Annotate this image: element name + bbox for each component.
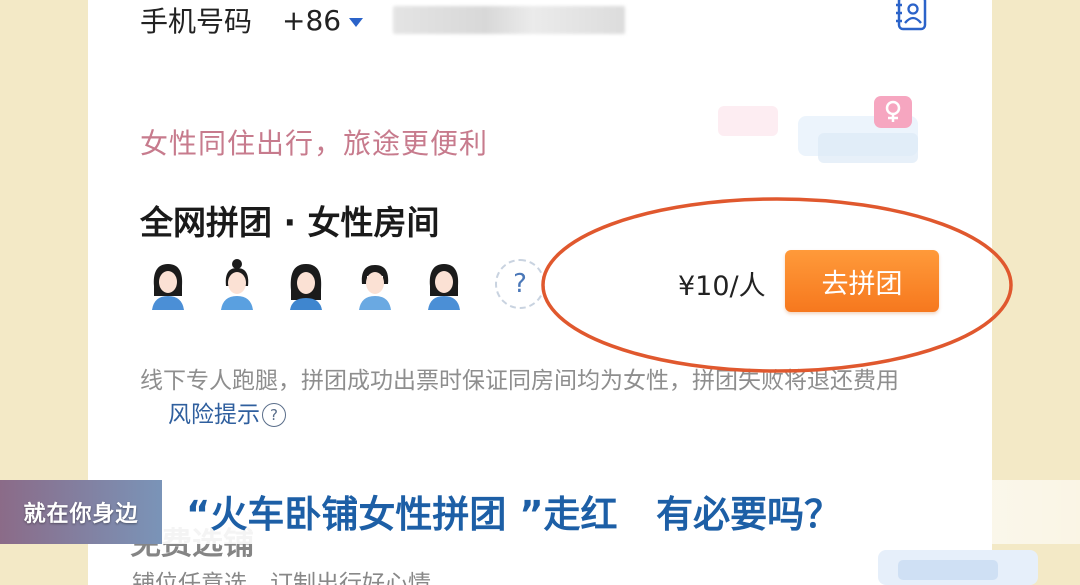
female-avatar-icon [221, 259, 253, 310]
news-caption-tag: 就在你身边 [0, 480, 162, 544]
chevron-down-icon[interactable] [349, 17, 364, 27]
promo-title: 全网拼团 · 女性房间 [140, 203, 440, 242]
phone-number-label: 手机号码 [140, 5, 253, 38]
female-avatar-icon [428, 264, 460, 310]
banner-illustration [718, 96, 918, 163]
question-circle-icon[interactable]: ? [262, 403, 286, 427]
news-caption-headline: “火车卧铺女性拼团 ”走红 有必要吗？ [186, 493, 842, 536]
risk-notice-link[interactable]: 风险提示 [168, 402, 260, 428]
contact-book-icon[interactable] [894, 0, 928, 32]
country-code-selector[interactable]: +86 [282, 4, 341, 37]
next-section-description: 铺位任意选，订制出行好心情 [132, 571, 431, 585]
female-avatar-icon [290, 264, 322, 310]
empty-slot-icon: ? [495, 259, 545, 309]
screenshot-stage: 手机号码 +86 女性同住出行，旅途更便利 全网拼团 · 女性房间 ? ¥10/… [0, 0, 1080, 585]
female-avatar-icon [359, 265, 391, 310]
avatar-group: ? [140, 256, 545, 312]
female-avatar-icon [152, 264, 184, 310]
bed-illustration [878, 550, 1038, 585]
phone-number-row: 手机号码 +86 [140, 0, 626, 40]
phone-number-input[interactable] [393, 6, 626, 34]
promo-subtitle: 女性同住出行，旅途更便利 [140, 127, 489, 160]
highlight-circle-annotation [541, 197, 1013, 373]
